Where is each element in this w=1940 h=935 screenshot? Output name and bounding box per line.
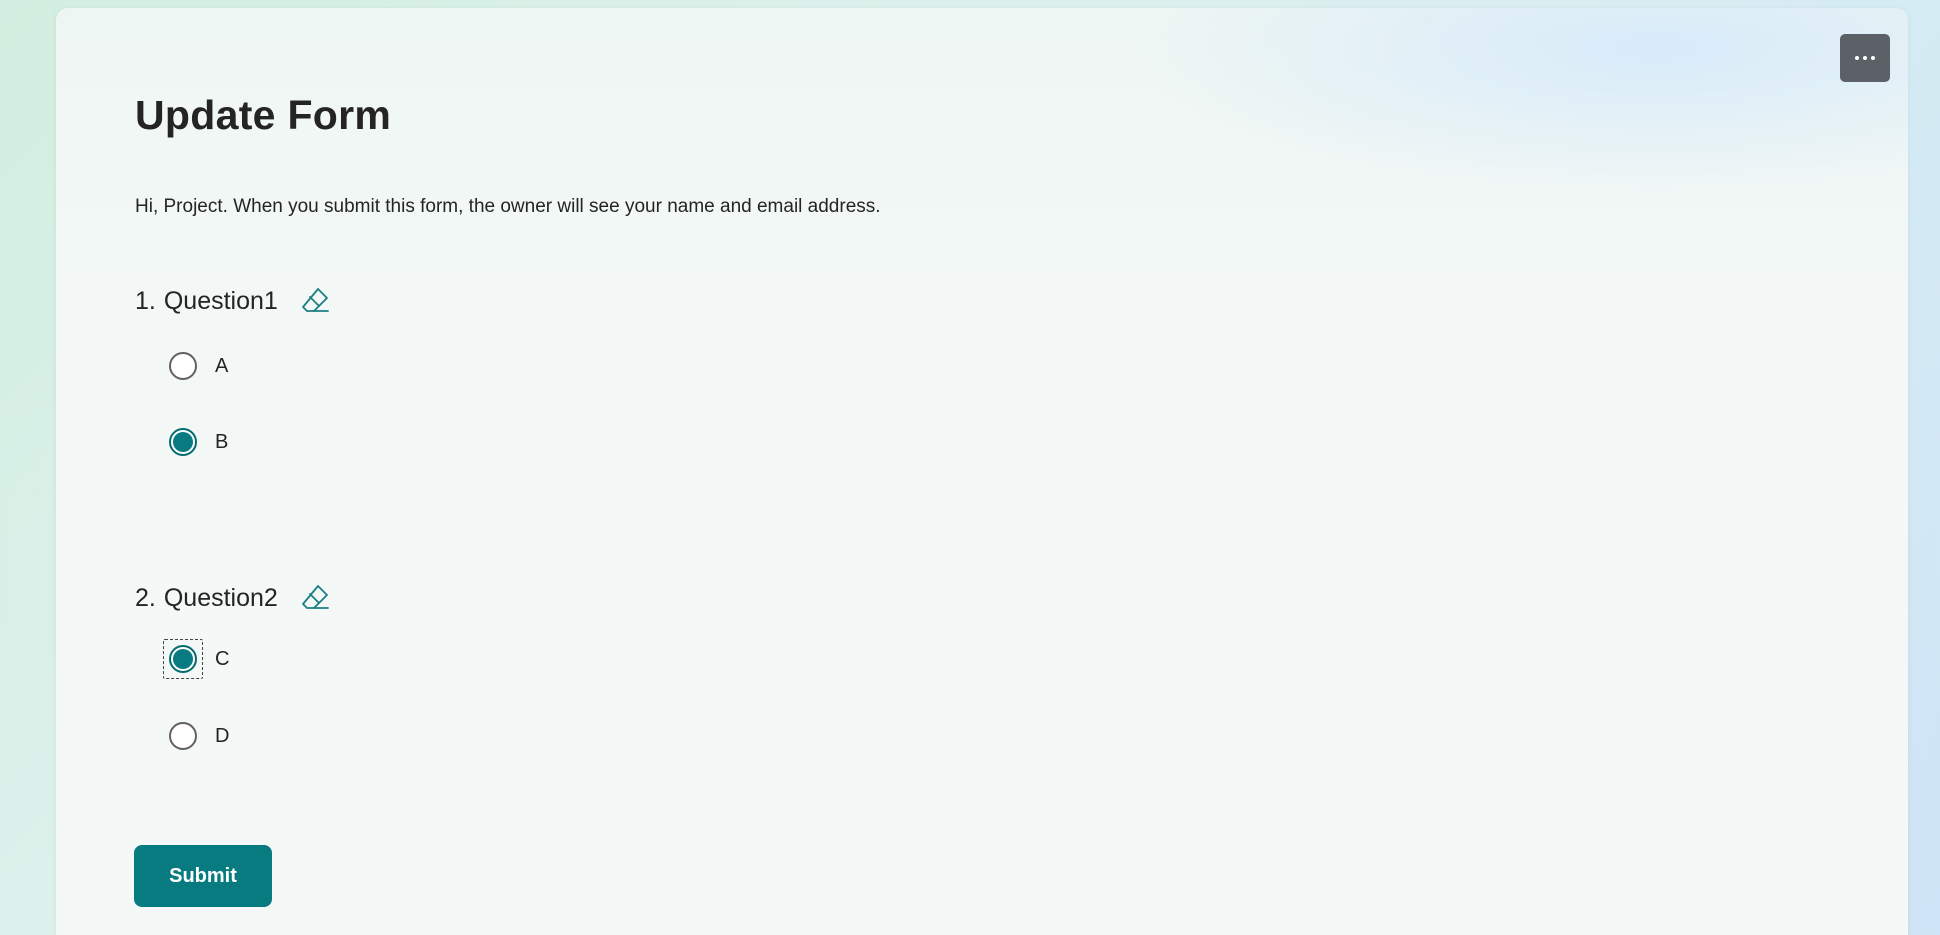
question-2-number: 2.: [135, 583, 156, 612]
option-d[interactable]: D: [167, 720, 229, 752]
radio-ring: [169, 722, 197, 750]
more-options-icon-dot: [1863, 56, 1867, 60]
question-1-header: 1. Question1: [135, 284, 332, 318]
option-c-label: C: [215, 647, 230, 670]
form-description: Hi, Project. When you submit this form, …: [135, 196, 881, 217]
option-d-label: D: [215, 724, 230, 747]
option-c[interactable]: C: [163, 639, 230, 679]
question-1: 1. Question1 A B: [135, 284, 332, 456]
option-a-radio[interactable]: [167, 350, 199, 382]
option-d-radio[interactable]: [167, 720, 199, 752]
question-1-number: 1.: [135, 286, 156, 315]
eraser-icon[interactable]: [298, 284, 332, 318]
more-options-button[interactable]: [1840, 34, 1890, 82]
option-b[interactable]: B: [167, 426, 228, 458]
option-c-radio[interactable]: [163, 639, 203, 679]
question-2-header: 2. Question2: [135, 581, 332, 615]
radio-fill: [173, 649, 193, 669]
form-card: Update Form Hi, Project. When you submit…: [56, 8, 1908, 935]
option-b-label: B: [215, 430, 229, 453]
radio-ring: [169, 428, 197, 456]
more-options-icon-dot: [1871, 56, 1875, 60]
question-2: 2. Question2 C D: [135, 581, 332, 750]
option-a[interactable]: A: [167, 350, 228, 382]
radio-fill: [173, 432, 193, 452]
question-1-title: Question1: [163, 286, 278, 315]
radio-ring: [169, 352, 197, 380]
form-title: Update Form: [135, 92, 392, 138]
question-2-title: Question2: [163, 583, 278, 612]
more-options-icon: [1855, 56, 1859, 60]
radio-ring: [169, 645, 197, 673]
option-a-label: A: [215, 354, 229, 377]
eraser-icon[interactable]: [298, 581, 332, 615]
submit-button[interactable]: Submit: [134, 845, 272, 907]
option-b-radio[interactable]: [167, 426, 199, 458]
